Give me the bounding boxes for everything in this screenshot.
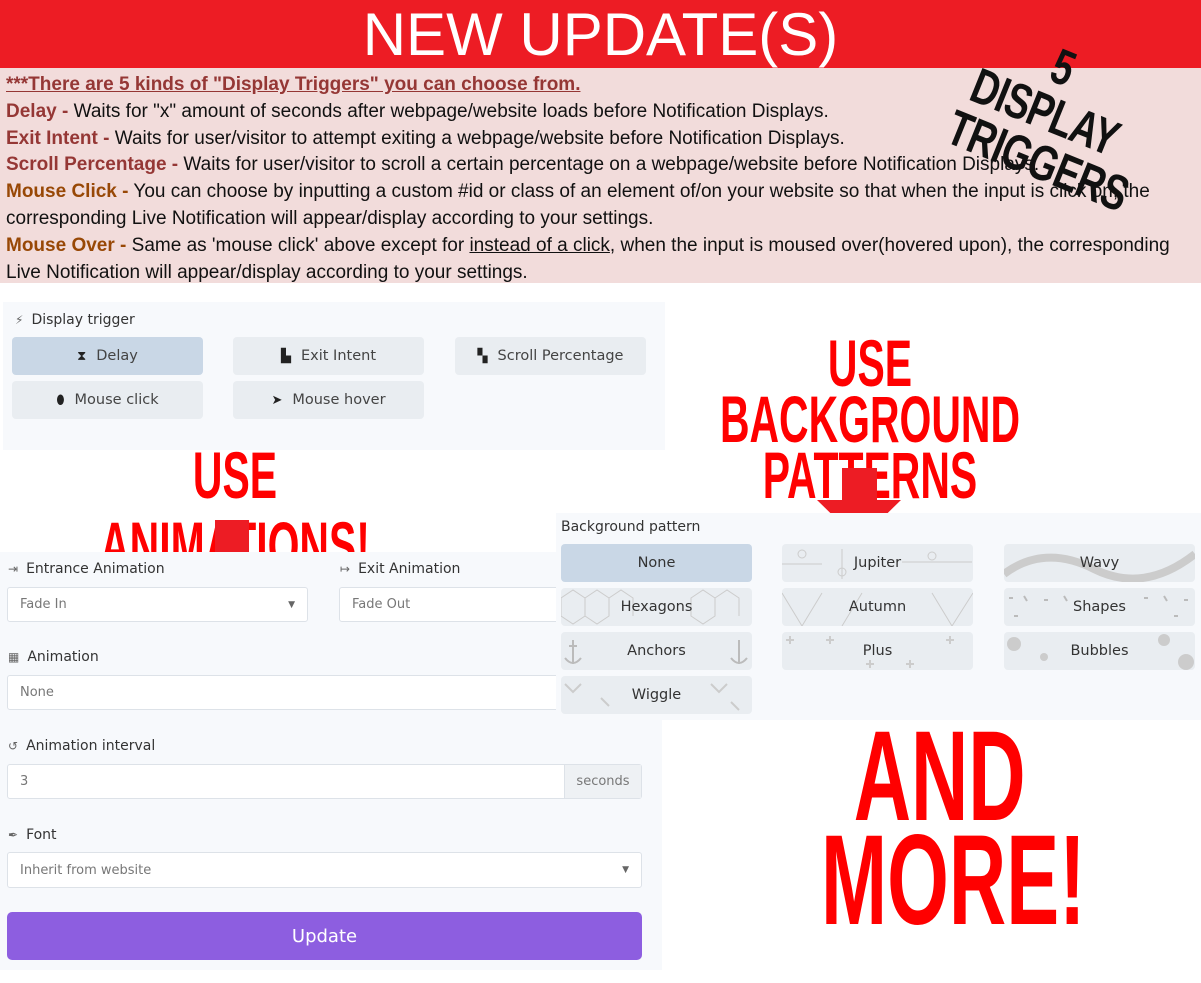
sign-out-icon: ↦ (340, 562, 351, 576)
background-pattern-label: Background pattern (561, 519, 701, 535)
mouse-icon: ⬮ (56, 392, 65, 408)
desc: Waits for user/visitor to scroll a certa… (178, 154, 1040, 176)
caret-down-icon: ▼ (288, 599, 295, 610)
trigger-mouse-click-button[interactable]: ⬮ Mouse click (12, 381, 203, 419)
pattern-none-button[interactable]: None (561, 544, 752, 582)
history-icon: ↺ (8, 739, 19, 753)
update-button[interactable]: Update (7, 912, 642, 960)
animation-interval-label: Animation interval (26, 738, 156, 754)
background-pattern-panel: Background pattern None Jupiter Wavy Hexago… (556, 513, 1201, 720)
caret-down-icon: ▼ (622, 865, 629, 875)
pattern-anchors-button[interactable]: Anchors (561, 632, 752, 670)
value: 3 (20, 774, 29, 789)
display-trigger-label: Display trigger (31, 312, 135, 328)
cursor-icon: ➤ (271, 392, 283, 408)
pattern-bubbles-button[interactable]: Bubbles (1004, 632, 1195, 670)
display-trigger-panel: ⚡ Display trigger ⧗ Delay ▙ Exit Intent ▚ Sc… (3, 302, 665, 450)
desc: Same as 'mouse click' above except for (126, 234, 470, 256)
info-item-click: Mouse Click - You can choose by inputtin… (6, 179, 1195, 233)
entrance-animation-label: Entrance Animation (26, 561, 165, 577)
term: Mouse Over - (6, 234, 127, 256)
trigger-delay-button[interactable]: ⧗ Delay (12, 337, 203, 375)
desc-underlined: instead of a click (469, 234, 610, 256)
sign-in-icon: ⇥ (8, 562, 19, 576)
desc: Waits for "x" amount of seconds after we… (68, 100, 829, 122)
film-icon: ▦ (8, 650, 20, 664)
label: Delay (96, 348, 138, 364)
label: Jupiter (853, 555, 902, 571)
trigger-scroll-percentage-button[interactable]: ▚ Scroll Percentage (455, 337, 646, 375)
pattern-wavy-button[interactable]: Wavy (1004, 544, 1195, 582)
pattern-wiggle-button[interactable]: Wiggle (561, 676, 752, 714)
exit-animation-label: Exit Animation (358, 561, 461, 577)
term: Scroll Percentage - (6, 154, 179, 176)
label: Anchors (627, 643, 686, 659)
value: Fade In (20, 597, 67, 612)
term: Mouse Click - (6, 181, 129, 203)
pattern-hexagons-button[interactable]: Hexagons (561, 588, 752, 626)
pattern-autumn-button[interactable]: Autumn (782, 588, 973, 626)
info-item-over: Mouse Over - Same as 'mouse click' above… (6, 233, 1195, 287)
trigger-exit-intent-button[interactable]: ▙ Exit Intent (233, 337, 424, 375)
callout-text: MORE! (821, 809, 1086, 952)
value: Inherit from website (20, 862, 152, 878)
label: Plus (862, 643, 893, 659)
label: Shapes (1073, 599, 1126, 615)
font-label: Font (26, 827, 57, 843)
term: Exit Intent - (6, 127, 110, 149)
animation-interval-input[interactable]: 3 seconds (7, 764, 642, 799)
door-open-icon: ▙ (280, 348, 291, 364)
label: Wiggle (631, 687, 682, 703)
label: None (637, 555, 676, 571)
desc: You can choose by inputting a custom #id… (6, 181, 1150, 229)
value: Fade Out (352, 597, 411, 612)
bolt-icon: ⚡ (15, 313, 24, 327)
animation-select[interactable]: None (7, 675, 577, 710)
label: Mouse hover (292, 392, 386, 408)
term: Delay - (6, 100, 69, 122)
label: Hexagons (620, 599, 693, 615)
callout-more: AND MORE! (740, 713, 1140, 952)
pattern-plus-button[interactable]: Plus (782, 632, 973, 670)
desc: Waits for user/visitor to attempt exitin… (109, 127, 845, 149)
value: None (20, 685, 54, 700)
seconds-addon: seconds (564, 765, 641, 798)
trigger-mouse-hover-button[interactable]: ➤ Mouse hover (233, 381, 424, 419)
exit-animation-select[interactable]: Fade Out (339, 587, 579, 622)
pattern-shapes-button[interactable]: Shapes (1004, 588, 1195, 626)
label: Wavy (1079, 555, 1120, 571)
animation-label: Animation (27, 649, 99, 665)
label: Exit Intent (300, 348, 376, 364)
font-select[interactable]: Inherit from website ▼ (7, 852, 642, 888)
entrance-animation-select[interactable]: Fade In ▼ (7, 587, 308, 622)
callout-text: USE BACKGROUND (719, 326, 1021, 456)
label: Bubbles (1070, 643, 1129, 659)
label: Autumn (848, 599, 907, 615)
hourglass-icon: ⧗ (77, 348, 87, 364)
label: Scroll Percentage (497, 348, 624, 364)
pattern-jupiter-button[interactable]: Jupiter (782, 544, 973, 582)
pen-nib-icon: ✒ (8, 828, 19, 842)
label: Mouse click (74, 392, 159, 408)
scroll-icon: ▚ (477, 348, 488, 364)
